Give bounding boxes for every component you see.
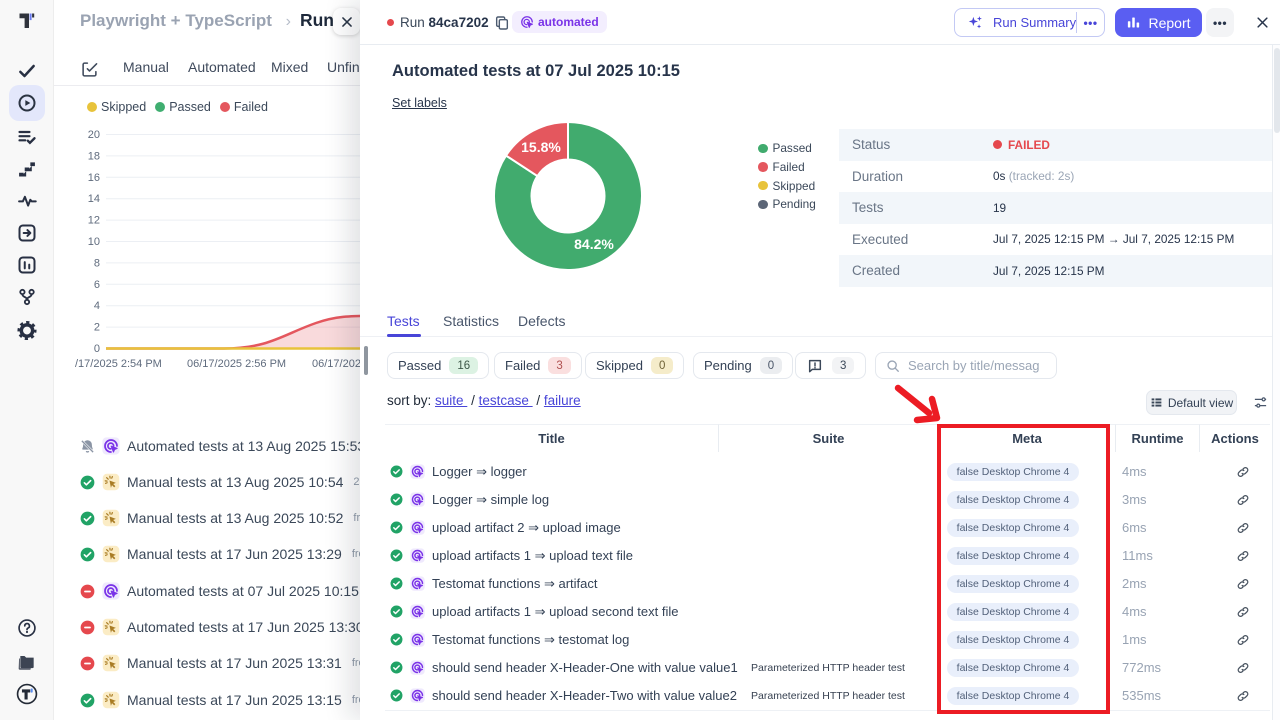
- svg-text:12: 12: [88, 215, 100, 227]
- svg-text:6: 6: [94, 279, 100, 291]
- svg-text:10: 10: [88, 236, 100, 248]
- svg-text:4: 4: [94, 300, 100, 312]
- svg-text:16: 16: [88, 172, 100, 184]
- svg-text:18: 18: [88, 150, 100, 162]
- svg-text:2: 2: [94, 322, 100, 334]
- svg-text:20: 20: [88, 129, 100, 141]
- svg-text:8: 8: [94, 257, 100, 269]
- svg-text:14: 14: [88, 193, 100, 205]
- svg-text:84.2%: 84.2%: [574, 236, 614, 252]
- svg-text:15.8%: 15.8%: [521, 139, 561, 155]
- svg-text:0: 0: [94, 343, 100, 355]
